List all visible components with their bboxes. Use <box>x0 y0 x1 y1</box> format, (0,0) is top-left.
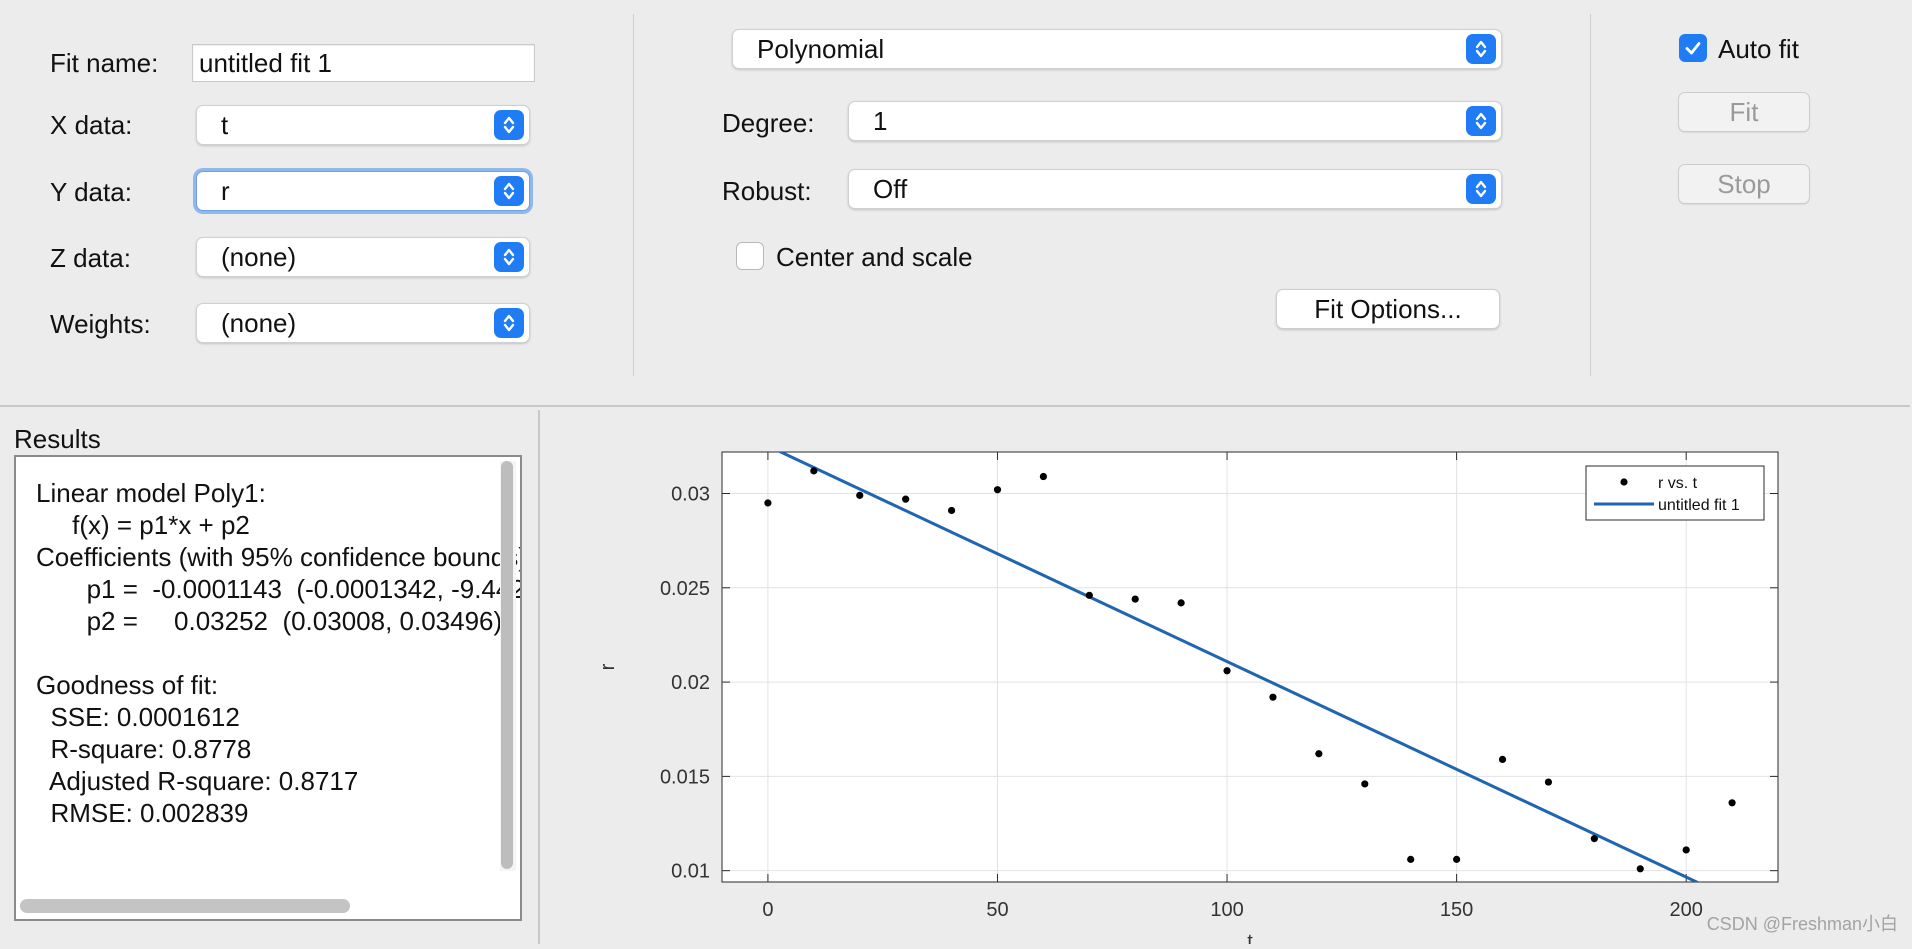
fit-type-value: Polynomial <box>757 33 885 64</box>
data-point <box>1269 693 1277 701</box>
fit-type-select[interactable]: Polynomial <box>732 29 1502 69</box>
data-point <box>1223 667 1231 675</box>
y-axis-label: r <box>597 663 619 670</box>
y-tick-label: 0.03 <box>671 483 710 505</box>
data-point <box>993 486 1002 494</box>
results-text: Linear model Poly1: f(x) = p1*x + p2 Coe… <box>36 478 520 828</box>
data-point <box>1131 595 1139 603</box>
y-tick-label: 0.01 <box>671 861 710 883</box>
y-data-label: Y data: <box>50 177 132 207</box>
degree-value: 1 <box>873 105 888 136</box>
data-point <box>902 495 910 503</box>
data-point <box>1728 799 1736 807</box>
checkmark-icon <box>1685 42 1701 55</box>
fit-button[interactable]: Fit <box>1678 92 1810 132</box>
degree-select[interactable]: 1 <box>848 101 1502 141</box>
chevron-updown-icon <box>1466 34 1496 64</box>
plot-panel: 0 50 100 150 200 0.01 0.015 0.02 0.025 0.03 t r r vs… <box>542 412 1910 949</box>
y-tick-label: 0.015 <box>660 766 710 788</box>
chevron-updown-icon <box>1466 174 1496 204</box>
x-tick-label: 200 <box>1669 899 1702 921</box>
y-data-value: r <box>221 175 230 206</box>
x-data-label: X data: <box>50 110 133 140</box>
data-point <box>1407 855 1415 863</box>
z-data-value: (none) <box>221 241 297 272</box>
fit-name-input[interactable]: untitled fit 1 <box>192 44 535 82</box>
x-tick-label: 100 <box>1210 899 1243 921</box>
data-point <box>856 491 864 499</box>
weights-value: (none) <box>221 307 297 338</box>
robust-value: Off <box>873 173 908 204</box>
robust-label: Robust: <box>722 176 812 206</box>
robust-select[interactable]: Off <box>848 169 1502 209</box>
chevron-updown-icon <box>494 176 524 206</box>
x-tick-label: 0 <box>762 899 773 921</box>
x-tick-label: 150 <box>1440 899 1473 921</box>
data-point <box>1682 846 1690 854</box>
vertical-scrollbar-thumb[interactable] <box>501 461 513 869</box>
data-point <box>947 506 956 515</box>
data-point <box>1544 778 1553 786</box>
center-scale-checkbox[interactable] <box>736 242 764 270</box>
degree-label: Degree: <box>722 108 815 138</box>
legend-label-points: r vs. t <box>1658 475 1698 492</box>
data-point <box>810 467 818 475</box>
z-data-label: Z data: <box>50 243 131 273</box>
data-point <box>1361 780 1369 788</box>
fit-options-button[interactable]: Fit Options... <box>1276 289 1500 329</box>
data-point <box>1498 755 1507 764</box>
panel-divider <box>538 410 540 944</box>
data-point <box>1039 472 1047 481</box>
center-scale-label: Center and scale <box>776 242 973 272</box>
z-data-select[interactable]: (none) <box>196 237 530 277</box>
chevron-updown-icon <box>494 110 524 140</box>
data-point <box>1590 835 1598 843</box>
data-point <box>1453 855 1461 863</box>
y-tick-label: 0.025 <box>660 578 710 600</box>
x-tick-label: 50 <box>986 899 1008 921</box>
y-data-select[interactable]: r <box>196 171 530 211</box>
watermark: CSDN @Freshman小白 <box>1706 914 1898 934</box>
legend-marker-points <box>1620 478 1628 486</box>
panel-separator <box>1590 14 1591 376</box>
x-data-select[interactable]: t <box>196 105 530 145</box>
chevron-updown-icon <box>494 242 524 272</box>
chevron-updown-icon <box>1466 106 1496 136</box>
x-axis-label: t <box>1247 931 1253 944</box>
y-tick-label: 0.02 <box>671 672 710 694</box>
stop-button[interactable]: Stop <box>1678 164 1810 204</box>
data-point <box>1177 599 1185 607</box>
results-box[interactable]: Linear model Poly1: f(x) = p1*x + p2 Coe… <box>14 455 522 921</box>
legend-label-fit: untitled fit 1 <box>1658 497 1740 514</box>
data-point <box>1636 865 1644 873</box>
horizontal-scrollbar-thumb[interactable] <box>20 899 350 913</box>
fit-name-label: Fit name: <box>50 48 159 78</box>
chevron-updown-icon <box>494 308 524 338</box>
auto-fit-label: Auto fit <box>1718 34 1799 64</box>
auto-fit-checkbox[interactable] <box>1679 34 1707 62</box>
weights-select[interactable]: (none) <box>196 303 530 343</box>
fit-plot[interactable]: 0 50 100 150 200 0.01 0.015 0.02 0.025 0.03 t r r vs… <box>542 412 1910 949</box>
results-title: Results <box>14 424 101 454</box>
weights-label: Weights: <box>50 309 151 339</box>
data-point <box>1315 750 1323 758</box>
x-data-value: t <box>221 109 229 140</box>
panel-separator <box>633 14 634 376</box>
data-point <box>1085 591 1093 599</box>
data-point <box>764 499 772 507</box>
